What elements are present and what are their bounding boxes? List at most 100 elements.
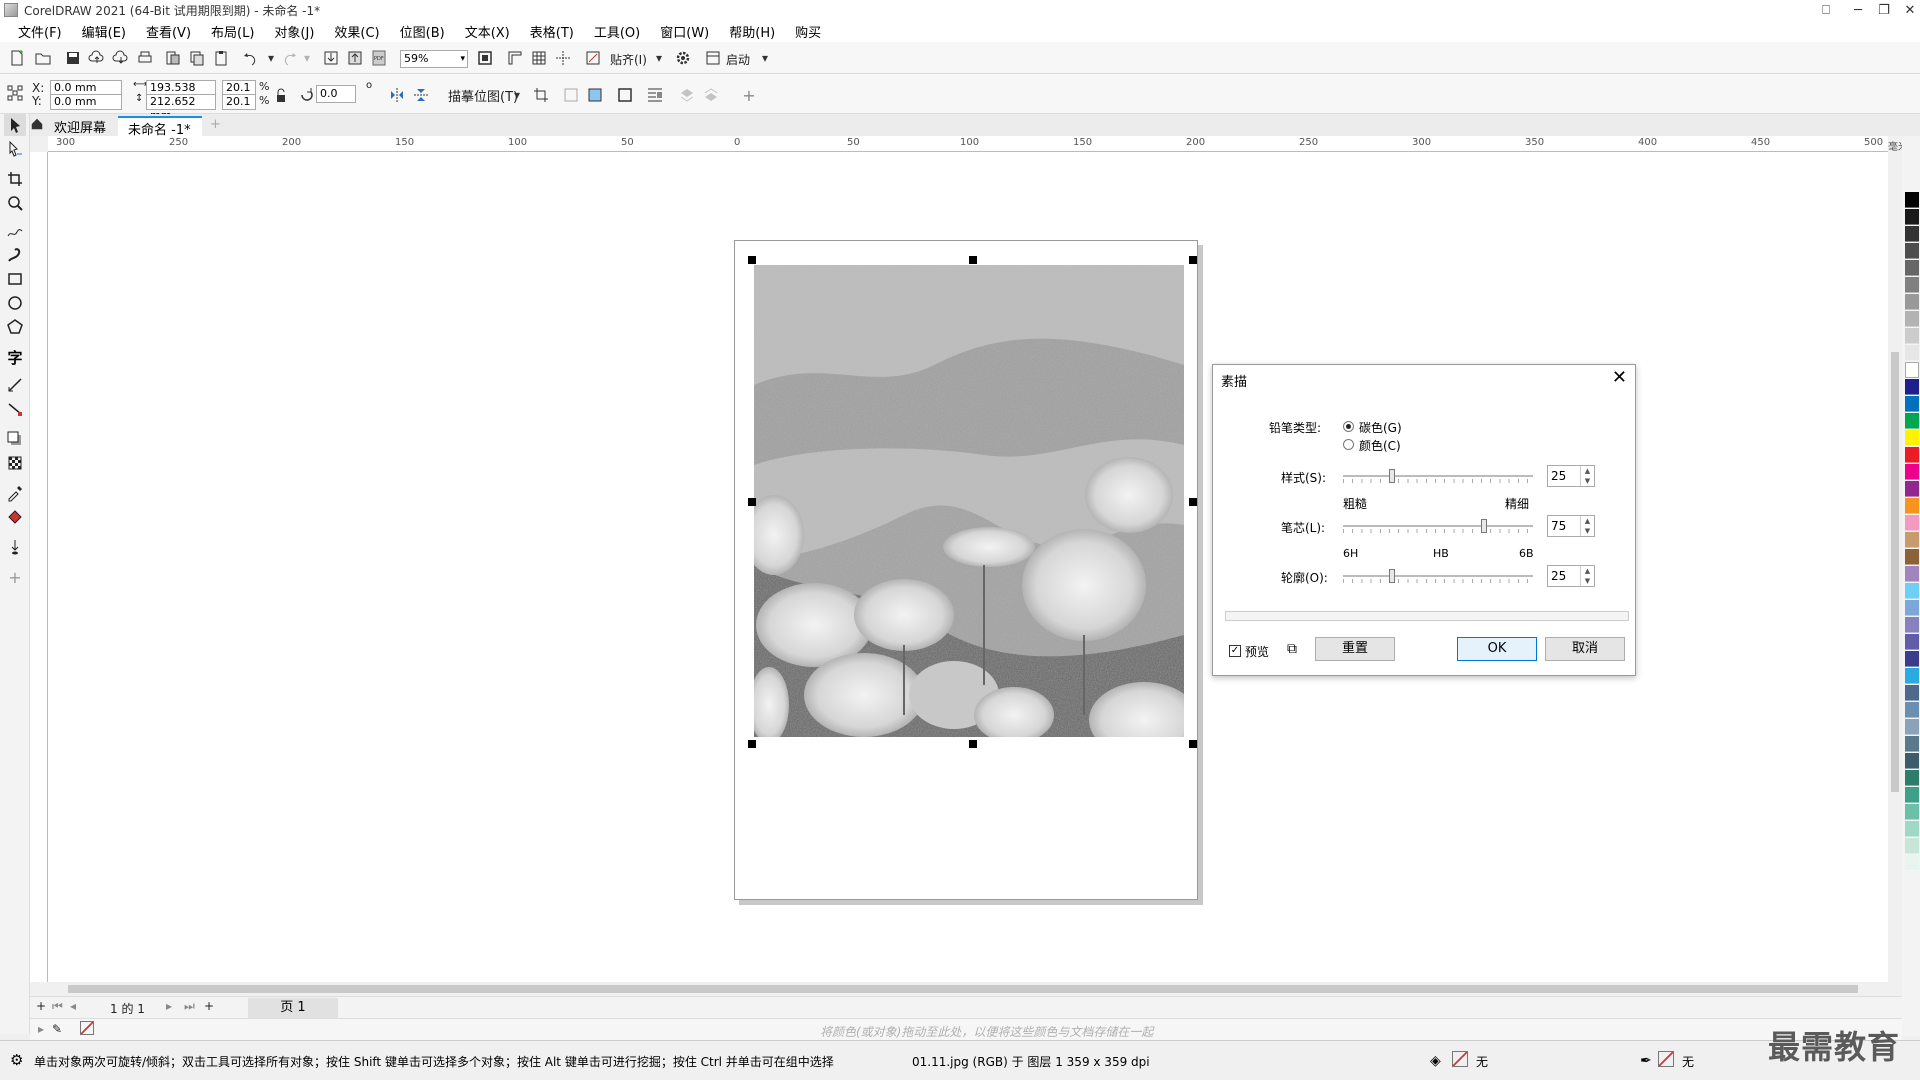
save-icon[interactable] bbox=[62, 47, 84, 69]
add-page-icon[interactable]: + bbox=[36, 999, 46, 1013]
palette-swatch[interactable] bbox=[1905, 821, 1919, 837]
preview-checkbox[interactable]: ✓ bbox=[1229, 645, 1241, 657]
palette-swatch[interactable] bbox=[1905, 804, 1919, 820]
dialog-close-button[interactable]: ✕ bbox=[1612, 367, 1627, 388]
menu-layout[interactable]: 布局(L) bbox=[201, 20, 264, 43]
outline-spin-arrows-icon[interactable]: ▲ ▼ bbox=[1580, 566, 1594, 586]
reset-button[interactable]: 重置 bbox=[1315, 637, 1395, 661]
freehand-tool-icon[interactable] bbox=[4, 220, 26, 242]
undo-icon[interactable] bbox=[240, 47, 262, 69]
menu-view[interactable]: 查看(V) bbox=[136, 20, 201, 43]
menu-bitmap[interactable]: 位图(B) bbox=[390, 20, 455, 43]
last-page-icon[interactable]: ⏭ bbox=[184, 999, 195, 1014]
menu-file[interactable]: 文件(F) bbox=[8, 20, 72, 43]
style-spin-arrows-icon[interactable]: ▲ ▼ bbox=[1580, 466, 1594, 486]
print-icon[interactable] bbox=[134, 47, 156, 69]
horizontal-ruler[interactable]: 300 250 200 150 100 50 0 50 100 150 200 250 300 350 40… bbox=[48, 136, 1888, 152]
redo-dropdown-icon[interactable]: ▾ bbox=[296, 47, 318, 69]
selection-handle-top-right[interactable] bbox=[1189, 256, 1197, 264]
resample-icon[interactable] bbox=[560, 84, 582, 106]
palette-swatch[interactable] bbox=[1905, 855, 1919, 871]
palette-swatch[interactable] bbox=[1905, 413, 1919, 429]
show-guidelines-icon[interactable] bbox=[552, 47, 574, 69]
menu-effects[interactable]: 效果(C) bbox=[324, 20, 389, 43]
palette-swatch[interactable] bbox=[1905, 515, 1919, 531]
palette-swatch[interactable] bbox=[1905, 838, 1919, 854]
selection-handle-left[interactable] bbox=[748, 498, 756, 506]
palette-swatch[interactable] bbox=[1905, 481, 1919, 497]
text-tool-icon[interactable]: 字 bbox=[4, 346, 26, 368]
color-radio[interactable] bbox=[1343, 439, 1354, 450]
mirror-horizontal-icon[interactable] bbox=[386, 84, 408, 106]
palette-eyedropper-icon[interactable]: ✎ bbox=[52, 1022, 62, 1036]
lead-spinner[interactable]: 75 ▲ ▼ bbox=[1547, 515, 1595, 537]
palette-swatch[interactable] bbox=[1905, 600, 1919, 616]
pick-tool-icon[interactable] bbox=[4, 114, 26, 136]
palette-swatch[interactable] bbox=[1905, 617, 1919, 633]
palette-swatch[interactable] bbox=[1905, 345, 1919, 361]
palette-swatch[interactable] bbox=[1905, 243, 1919, 259]
next-page-icon[interactable]: ▸ bbox=[166, 999, 172, 1013]
menu-window[interactable]: 窗口(W) bbox=[650, 20, 719, 43]
zoom-level-select[interactable]: 59% ▾ bbox=[400, 50, 468, 68]
rectangle-tool-icon[interactable] bbox=[4, 268, 26, 290]
to-back-icon[interactable] bbox=[700, 84, 722, 106]
mirror-vertical-icon[interactable] bbox=[410, 84, 432, 106]
palette-expand-icon[interactable]: ▸ bbox=[38, 1022, 44, 1036]
crop-bitmap-icon[interactable] bbox=[530, 84, 552, 106]
menu-buy[interactable]: 购买 bbox=[785, 20, 831, 43]
palette-swatch[interactable] bbox=[1905, 583, 1919, 599]
carbon-radio[interactable] bbox=[1343, 421, 1354, 432]
lead-slider[interactable] bbox=[1343, 519, 1533, 533]
vertical-ruler[interactable] bbox=[30, 152, 48, 982]
palette-swatch[interactable] bbox=[1905, 651, 1919, 667]
page-tab[interactable]: 页 1 bbox=[248, 998, 338, 1018]
palette-swatch[interactable] bbox=[1905, 753, 1919, 769]
palette-swatch[interactable] bbox=[1905, 396, 1919, 412]
lead-spin-arrows-icon[interactable]: ▲ ▼ bbox=[1580, 516, 1594, 536]
eyedropper-tool-icon[interactable] bbox=[4, 482, 26, 504]
add-icon[interactable]: + bbox=[738, 84, 760, 106]
snap-dropdown-icon[interactable]: ▾ bbox=[648, 47, 670, 69]
rotation-field[interactable]: 0.0 bbox=[316, 85, 356, 103]
palette-swatch[interactable] bbox=[1905, 294, 1919, 310]
first-page-icon[interactable]: ⏮ bbox=[52, 999, 63, 1014]
palette-swatch[interactable] bbox=[1905, 685, 1919, 701]
show-grid-icon[interactable] bbox=[528, 47, 550, 69]
bitmap-frame-icon[interactable] bbox=[614, 84, 636, 106]
cancel-button[interactable]: 取消 bbox=[1545, 637, 1625, 661]
horizontal-scroll-thumb[interactable] bbox=[68, 985, 1858, 993]
open-icon[interactable] bbox=[32, 47, 54, 69]
paste-icon[interactable] bbox=[210, 47, 232, 69]
transparency-tool-icon[interactable] bbox=[4, 452, 26, 474]
color-radio-label[interactable]: 颜色(C) bbox=[1359, 437, 1401, 454]
menu-object[interactable]: 对象(J) bbox=[264, 20, 324, 43]
close-button[interactable]: ✕ bbox=[1894, 0, 1920, 20]
cloud-download-icon[interactable] bbox=[110, 47, 132, 69]
export-icon[interactable] bbox=[344, 47, 366, 69]
help-icon[interactable]: ⎕ bbox=[1810, 0, 1842, 20]
palette-swatch[interactable] bbox=[1905, 362, 1919, 378]
cut-icon[interactable] bbox=[162, 47, 184, 69]
style-spinner[interactable]: 25 ▲ ▼ bbox=[1547, 465, 1595, 487]
publish-pdf-icon[interactable]: PDF bbox=[368, 47, 390, 69]
add-tool-icon[interactable]: + bbox=[4, 566, 26, 588]
polygon-tool-icon[interactable] bbox=[4, 316, 26, 338]
palette-swatch[interactable] bbox=[1905, 328, 1919, 344]
status-gear-icon[interactable]: ⚙ bbox=[10, 1051, 23, 1069]
outline-slider-knob[interactable] bbox=[1389, 569, 1395, 583]
outline-slider[interactable] bbox=[1343, 569, 1533, 583]
palette-swatch[interactable] bbox=[1905, 719, 1919, 735]
menu-text[interactable]: 文本(X) bbox=[455, 20, 520, 43]
lock-ratio-icon[interactable] bbox=[270, 85, 292, 107]
launch-label[interactable]: 启动 bbox=[726, 51, 750, 68]
palette-swatch[interactable] bbox=[1905, 668, 1919, 684]
palette-swatch[interactable] bbox=[1905, 430, 1919, 446]
palette-swatch[interactable] bbox=[1905, 702, 1919, 718]
vertical-scrollbar[interactable] bbox=[1888, 152, 1902, 982]
object-origin-icon[interactable] bbox=[4, 82, 26, 104]
open-preview-window-icon[interactable]: ⧉ bbox=[1287, 641, 1297, 657]
trace-bitmap-dropdown-icon[interactable]: ▾ bbox=[506, 84, 528, 106]
dynamic-guides-icon[interactable] bbox=[582, 47, 604, 69]
palette-swatch[interactable] bbox=[1905, 566, 1919, 582]
